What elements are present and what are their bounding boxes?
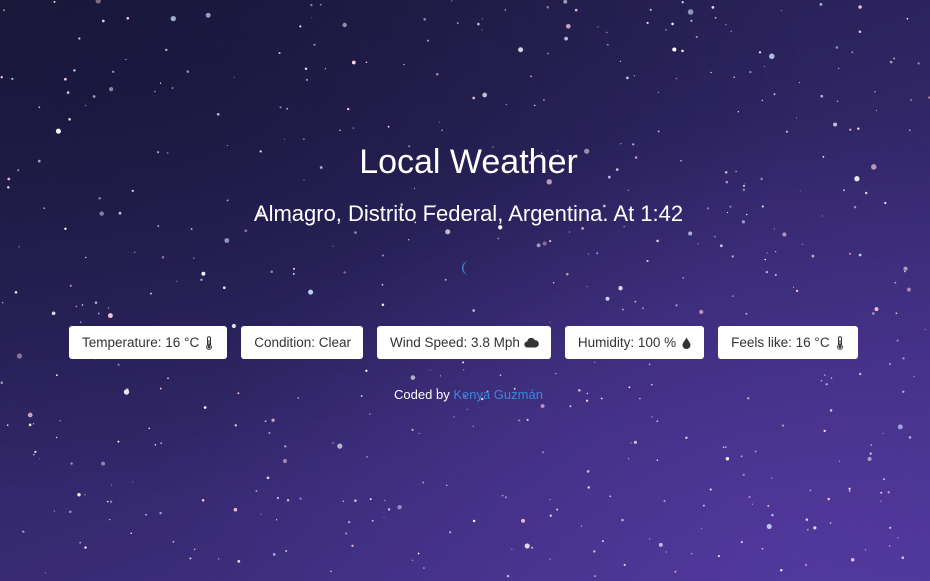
weather-stats: Temperature: 16 °C Condition: Clear Wind… <box>69 326 858 359</box>
condition-label: Condition: Clear <box>254 335 352 350</box>
page-title: Local Weather <box>359 143 578 181</box>
cloud-icon <box>524 336 539 350</box>
humidity-card: Humidity: 100 % <box>564 326 705 359</box>
location-line: Almagro, Distrito Federal, Argentina. At… <box>253 201 684 226</box>
footer-credit: Coded by Kenya Guzmán <box>0 387 930 402</box>
temperature-label: Temperature: 16 °C <box>82 335 200 350</box>
weather-app: Local Weather Almagro, Distrito Federal,… <box>0 0 930 581</box>
feels-like-card: Feels like: 16 °C <box>718 326 858 359</box>
footer-prefix: Coded by <box>394 387 450 402</box>
temperature-card: Temperature: 16 °C <box>69 326 228 359</box>
condition-card: Condition: Clear <box>241 326 364 359</box>
feels-like-label: Feels like: 16 °C <box>731 335 830 350</box>
humidity-label: Humidity: 100 % <box>577 335 677 350</box>
wind-speed-label: Wind Speed: 3.8 Mph <box>390 335 520 350</box>
wind-speed-card: Wind Speed: 3.8 Mph <box>377 326 551 359</box>
thermometer-icon <box>203 335 215 350</box>
author-link[interactable]: Kenya Guzmán <box>453 387 543 402</box>
droplet-icon <box>680 336 692 350</box>
crescent-moon-icon <box>458 259 476 277</box>
thermometer-icon <box>834 335 846 350</box>
